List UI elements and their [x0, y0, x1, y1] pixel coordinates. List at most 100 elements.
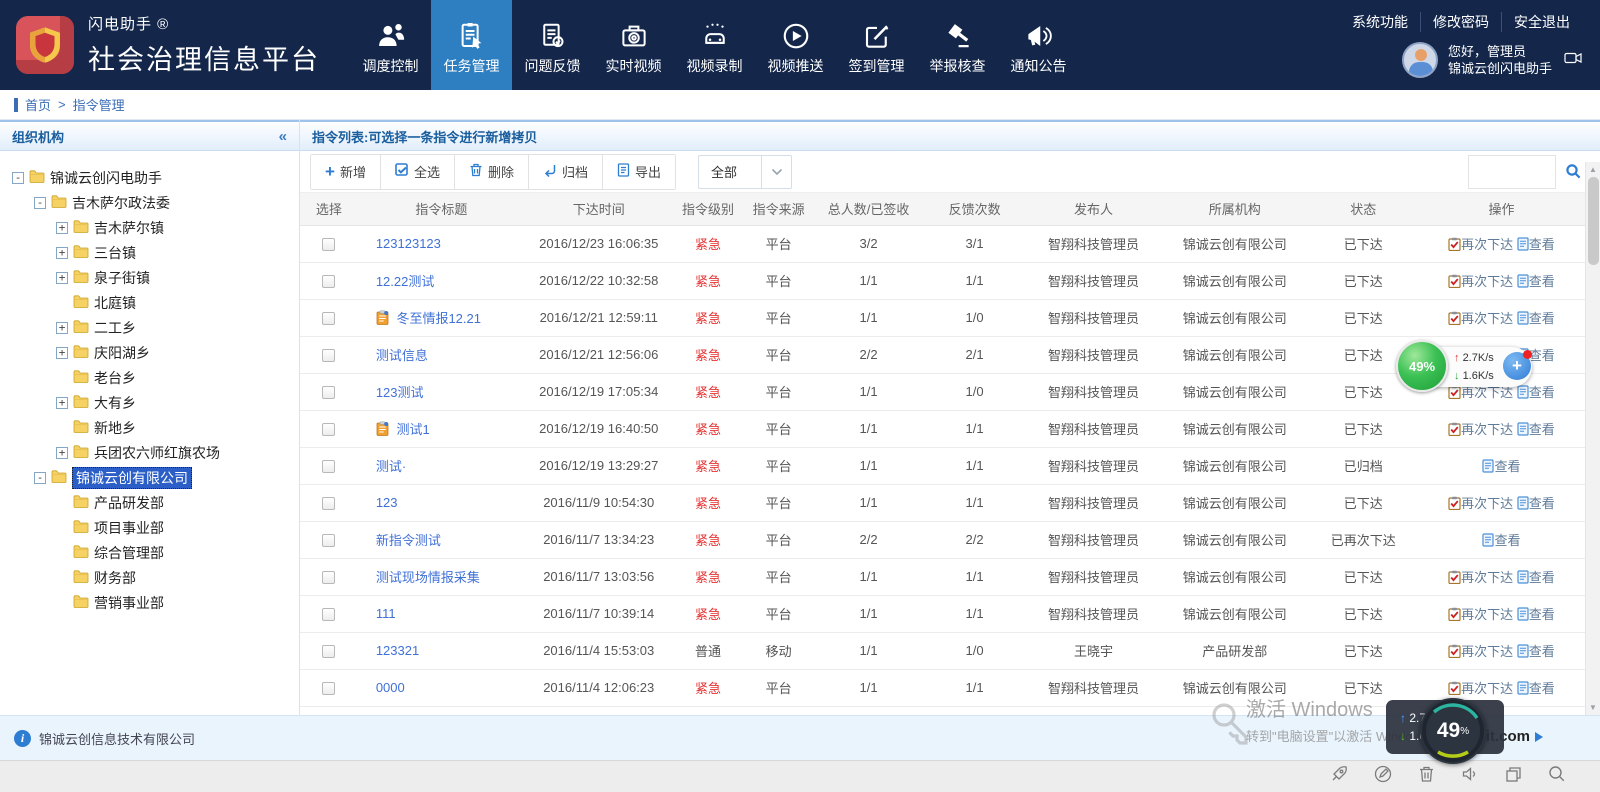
tree-item[interactable]: 产品研发部 — [8, 490, 291, 515]
view-link[interactable]: 查看 — [1517, 607, 1555, 622]
accelerate-button[interactable]: + — [1503, 352, 1531, 380]
avatar[interactable] — [1402, 42, 1438, 78]
row-checkbox[interactable] — [322, 275, 335, 288]
view-link[interactable]: 查看 — [1517, 274, 1555, 289]
tree-item[interactable]: + 二工乡 — [8, 315, 291, 340]
row-checkbox[interactable] — [322, 312, 335, 325]
tree-item-label[interactable]: 三台镇 — [94, 243, 136, 263]
tree-item-label[interactable]: 项目事业部 — [94, 518, 164, 538]
tree-toggle-icon[interactable]: + — [56, 222, 68, 234]
resource-percent-ball[interactable]: 49% — [1420, 698, 1486, 764]
redispatch-link[interactable]: 再次下达 — [1448, 422, 1513, 437]
logout-link[interactable]: 安全退出 — [1501, 12, 1582, 32]
tree-item[interactable]: + 大有乡 — [8, 390, 291, 415]
command-title-link[interactable]: 测试现场情报采集 — [376, 570, 480, 585]
tree-item-label[interactable]: 新地乡 — [94, 418, 136, 438]
row-checkbox[interactable] — [322, 460, 335, 473]
tree-item[interactable]: 营销事业部 — [8, 590, 291, 615]
scroll-down-icon[interactable]: ▼ — [1589, 700, 1597, 715]
nav-checkin-management[interactable]: 签到管理 — [836, 0, 917, 90]
tree-toggle-icon[interactable]: - — [12, 172, 24, 184]
tree-item[interactable]: - 锦诚云创闪电助手 — [8, 165, 291, 190]
command-title-link[interactable]: 冬至情报12.21 — [396, 311, 481, 326]
redispatch-link[interactable]: 再次下达 — [1448, 607, 1513, 622]
rocket-icon[interactable] — [1330, 765, 1348, 788]
tree-item-label[interactable]: 大有乡 — [94, 393, 136, 413]
row-checkbox[interactable] — [322, 386, 335, 399]
redispatch-link[interactable]: 再次下达 — [1448, 274, 1513, 289]
tree-toggle-icon[interactable]: + — [56, 347, 68, 359]
collapse-sidebar-icon[interactable]: « — [279, 128, 287, 145]
view-link[interactable]: 查看 — [1517, 237, 1555, 252]
nav-dispatch-control[interactable]: 调度控制 — [350, 0, 431, 90]
row-checkbox[interactable] — [322, 682, 335, 695]
status-filter-dropdown[interactable]: 全部 — [698, 155, 792, 189]
tree-item[interactable]: + 吉木萨尔镇 — [8, 215, 291, 240]
view-link[interactable]: 查看 — [1517, 681, 1555, 696]
row-checkbox[interactable] — [322, 349, 335, 362]
row-checkbox[interactable] — [322, 608, 335, 621]
tree-toggle-icon[interactable]: + — [56, 447, 68, 459]
trash-icon[interactable] — [1418, 765, 1435, 788]
tree-item[interactable]: 新地乡 — [8, 415, 291, 440]
tree-item-label[interactable]: 庆阳湖乡 — [94, 343, 150, 363]
redispatch-link[interactable]: 再次下达 — [1448, 311, 1513, 326]
nav-notice[interactable]: 通知公告 — [998, 0, 1079, 90]
nav-report-check[interactable]: 举报核查 — [917, 0, 998, 90]
view-link[interactable]: 查看 — [1517, 311, 1555, 326]
command-title-link[interactable]: 测试信息 — [376, 348, 428, 363]
command-title-link[interactable]: 111 — [376, 606, 396, 621]
tree-item[interactable]: - 锦诚云创有限公司 — [8, 465, 291, 490]
tree-item[interactable]: + 三台镇 — [8, 240, 291, 265]
memory-ball[interactable]: 49% — [1396, 340, 1448, 392]
command-title-link[interactable]: 123321 — [376, 643, 419, 658]
tree-item[interactable]: + 庆阳湖乡 — [8, 340, 291, 365]
tree-item-label[interactable]: 兵团农六师红旗农场 — [94, 443, 220, 463]
nav-problem-feedback[interactable]: 问题反馈 — [512, 0, 593, 90]
select-all-button[interactable]: 全选 — [380, 155, 454, 189]
nav-video-push[interactable]: 视频推送 — [755, 0, 836, 90]
archive-button[interactable]: 归档 — [528, 155, 602, 189]
system-functions-link[interactable]: 系统功能 — [1340, 12, 1420, 32]
tree-item-label[interactable]: 北庭镇 — [94, 293, 136, 313]
row-checkbox[interactable] — [322, 423, 335, 436]
tree-item-label[interactable]: 二工乡 — [94, 318, 136, 338]
tree-toggle-icon[interactable]: + — [56, 247, 68, 259]
command-title-link[interactable]: 123 — [376, 495, 398, 510]
vertical-scrollbar[interactable]: ▲ ▼ — [1585, 162, 1600, 715]
tree-item-label[interactable]: 老台乡 — [94, 368, 136, 388]
view-link[interactable]: 查看 — [1517, 570, 1555, 585]
view-link[interactable]: 查看 — [1482, 459, 1520, 474]
scrollbar-thumb[interactable] — [1588, 177, 1599, 265]
chevron-down-icon[interactable] — [761, 156, 791, 188]
tree-item-label[interactable]: 吉木萨尔政法委 — [72, 193, 170, 213]
command-title-link[interactable]: 测试1 — [396, 422, 429, 437]
command-title-link[interactable]: 123测试 — [376, 385, 424, 400]
row-checkbox[interactable] — [322, 534, 335, 547]
add-button[interactable]: + 新增 — [311, 155, 380, 189]
row-checkbox[interactable] — [322, 645, 335, 658]
tree-toggle-icon[interactable]: + — [56, 397, 68, 409]
nav-realtime-video[interactable]: 实时视频 — [593, 0, 674, 90]
export-button[interactable]: 导出 — [602, 155, 675, 189]
tree-item[interactable]: 财务部 — [8, 565, 291, 590]
window-restore-icon[interactable] — [1505, 766, 1522, 788]
delete-button[interactable]: 删除 — [454, 155, 528, 189]
tree-item-label[interactable]: 财务部 — [94, 568, 136, 588]
command-title-link[interactable]: 测试· — [376, 459, 406, 474]
tree-toggle-icon[interactable]: + — [56, 272, 68, 284]
tree-item-label[interactable]: 锦诚云创闪电助手 — [50, 168, 162, 188]
view-link[interactable]: 查看 — [1517, 644, 1555, 659]
view-link[interactable]: 查看 — [1517, 422, 1555, 437]
tree-toggle-icon[interactable]: + — [56, 322, 68, 334]
tree-item[interactable]: 综合管理部 — [8, 540, 291, 565]
tree-item-label[interactable]: 综合管理部 — [94, 543, 164, 563]
camcorder-icon[interactable] — [1564, 51, 1582, 69]
view-link[interactable]: 查看 — [1482, 533, 1520, 548]
nav-video-record[interactable]: 视频录制 — [674, 0, 755, 90]
redispatch-link[interactable]: 再次下达 — [1448, 681, 1513, 696]
tree-item[interactable]: 项目事业部 — [8, 515, 291, 540]
search-input[interactable] — [1468, 155, 1556, 189]
annotate-icon[interactable] — [1374, 765, 1392, 788]
tree-toggle-icon[interactable]: - — [34, 197, 46, 209]
